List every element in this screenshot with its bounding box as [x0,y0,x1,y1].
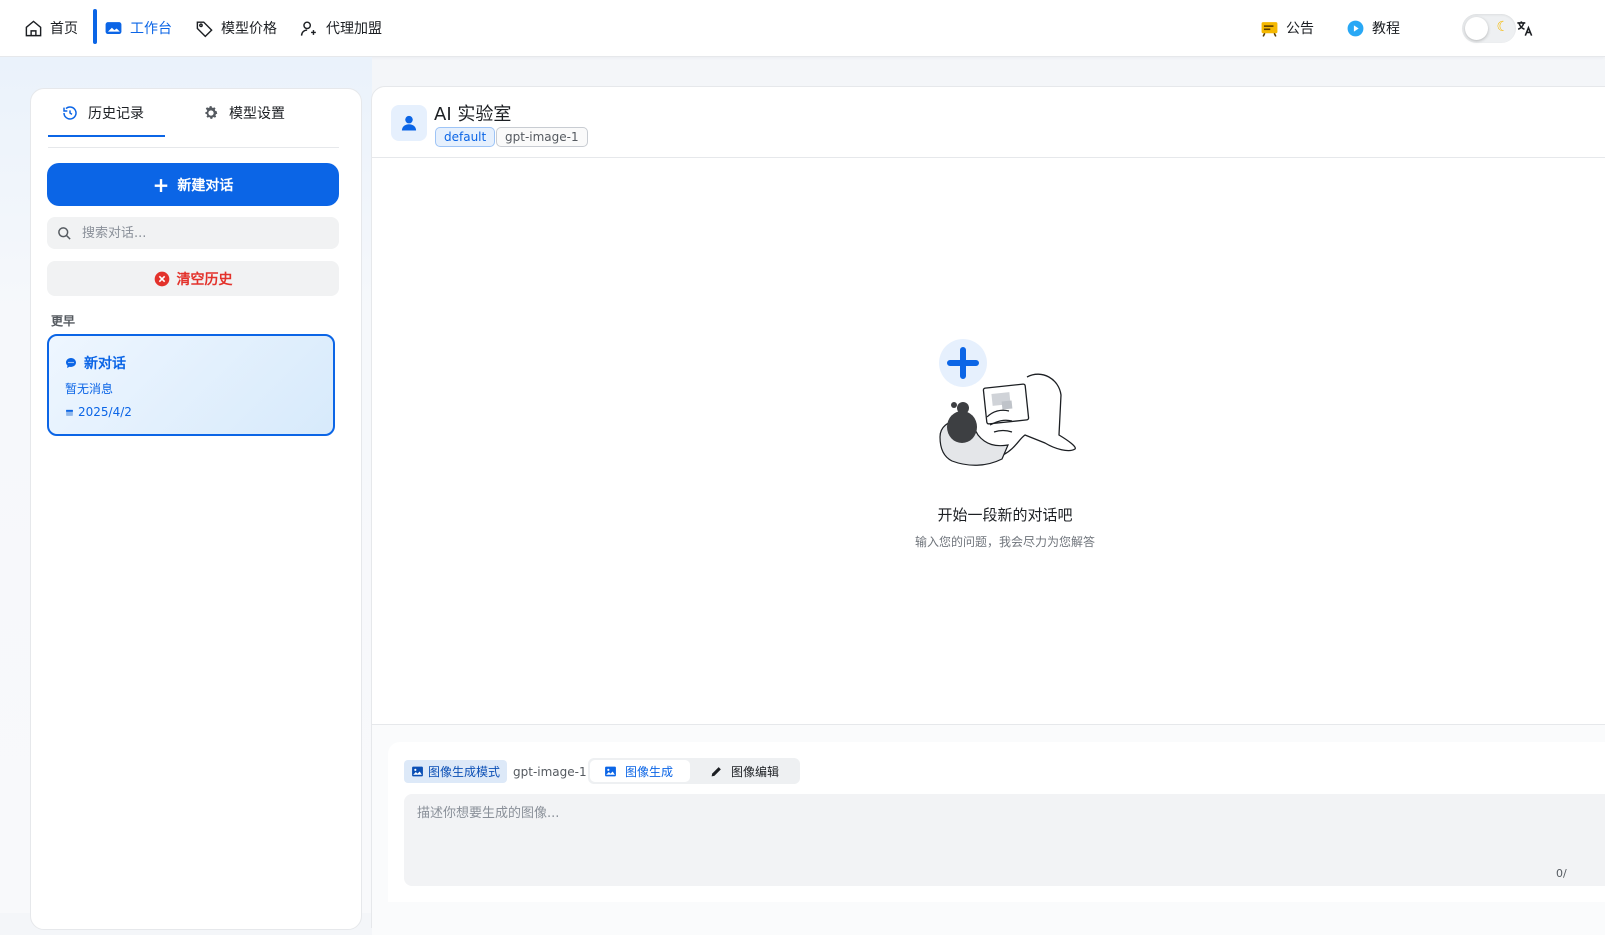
image-generate-label: 图像生成 [625,764,674,779]
model-tag: gpt-image-1 [496,127,588,147]
nav-home-label: 首页 [50,21,78,37]
price-tag-icon [196,20,213,37]
nav-workspace-label: 工作台 [130,21,172,37]
chat-panel: AI 实验室 default gpt-image-1 开始一段新的对话吧 输入您… [371,86,1605,935]
composer-area: 图像生成模式 gpt-image-1 图像生成 图像编辑 0/ [372,724,1605,935]
announcement-button[interactable]: 公告 [1260,0,1314,56]
user-icon [401,115,417,131]
image-icon [412,766,423,777]
pencil-icon [711,766,721,776]
chat-header: AI 实验室 default gpt-image-1 [372,87,1605,158]
chat-preview: 暂无消息 [65,382,114,396]
sidebar: 历史记录 模型设置 + 新建对话 清空历史 更早 新对话 暂无消息 2025/4… [30,88,362,930]
section-label-earlier: 更早 [51,314,76,328]
nav-agent[interactable]: 代理加盟 [300,0,382,56]
empty-state-title: 开始一段新的对话吧 [937,506,1073,524]
clear-history-button[interactable]: 清空历史 [47,261,339,296]
announcement-label: 公告 [1286,21,1314,37]
history-icon [63,106,77,120]
chat-bubble-icon [66,358,76,368]
workspace-icon [105,21,122,34]
new-chat-button[interactable]: + 新建对话 [47,163,339,206]
nav-home[interactable]: 首页 [24,0,78,56]
prompt-input[interactable] [404,794,1605,886]
announcement-icon [1261,21,1278,37]
image-icon [605,766,616,776]
nav-workspace[interactable]: 工作台 [104,0,172,56]
chat-list-item[interactable]: 新对话 暂无消息 2025/4/2 [47,334,335,436]
tab-history-label: 历史记录 [88,106,144,122]
search-input[interactable] [80,224,324,242]
translate-icon [1517,20,1533,36]
tutorial-label: 教程 [1372,21,1400,37]
search-box [47,217,339,249]
nav-active-indicator [93,9,97,44]
nav-agent-label: 代理加盟 [326,21,382,37]
image-mode-label: 图像生成模式 [428,765,501,779]
home-icon [25,19,42,36]
image-edit-label: 图像编辑 [731,764,780,779]
moon-icon: ☾ [1496,19,1509,35]
nav-pricing-label: 模型价格 [221,21,277,37]
toggle-knob [1465,17,1488,40]
image-generate-button[interactable]: 图像生成 [590,760,690,782]
play-icon [1347,20,1364,36]
tab-model-settings-label: 模型设置 [229,106,285,122]
clear-history-label: 清空历史 [176,271,233,288]
composer-model: gpt-image-1 [513,765,587,779]
character-counter: 0/ [1556,867,1567,880]
empty-state-illustration [939,339,1076,466]
user-add-icon [300,20,316,36]
chat-date: 2025/4/2 [78,405,132,419]
tab-active-underline [48,135,165,137]
image-edit-button[interactable]: 图像编辑 [696,760,793,782]
chat-title-row: 新对话 [65,353,126,373]
tab-model-settings[interactable]: 模型设置 [203,89,285,137]
group-tag: default [435,127,496,147]
language-button[interactable] [1515,0,1534,56]
mode-segmented-control: 图像生成 图像编辑 [588,758,800,784]
gear-icon [205,106,218,119]
empty-state-subtitle: 输入您的问题，我会尽力为您解答 [914,535,1095,549]
avatar [391,105,427,141]
nav-pricing[interactable]: 模型价格 [195,0,277,56]
tab-divider [48,147,339,148]
composer: 图像生成模式 gpt-image-1 图像生成 图像编辑 0/ [388,742,1605,902]
theme-toggle[interactable]: ☾ [1462,14,1516,43]
chat-title: 新对话 [84,356,126,372]
chat-date-row: 2025/4/2 [65,405,132,419]
calendar-icon [66,409,73,416]
page-title: AI 实验室 [434,104,512,125]
tutorial-button[interactable]: 教程 [1346,0,1400,56]
tab-history[interactable]: 历史记录 [62,89,144,137]
search-icon [58,226,71,240]
plus-icon: + [152,172,170,197]
top-navigation: 首页 工作台 模型价格 代理加盟 公告 教程 ☾ [0,0,1605,57]
image-mode-chip: 图像生成模式 [404,760,508,783]
new-chat-label: 新建对话 [177,177,234,194]
close-circle-icon [154,271,169,286]
